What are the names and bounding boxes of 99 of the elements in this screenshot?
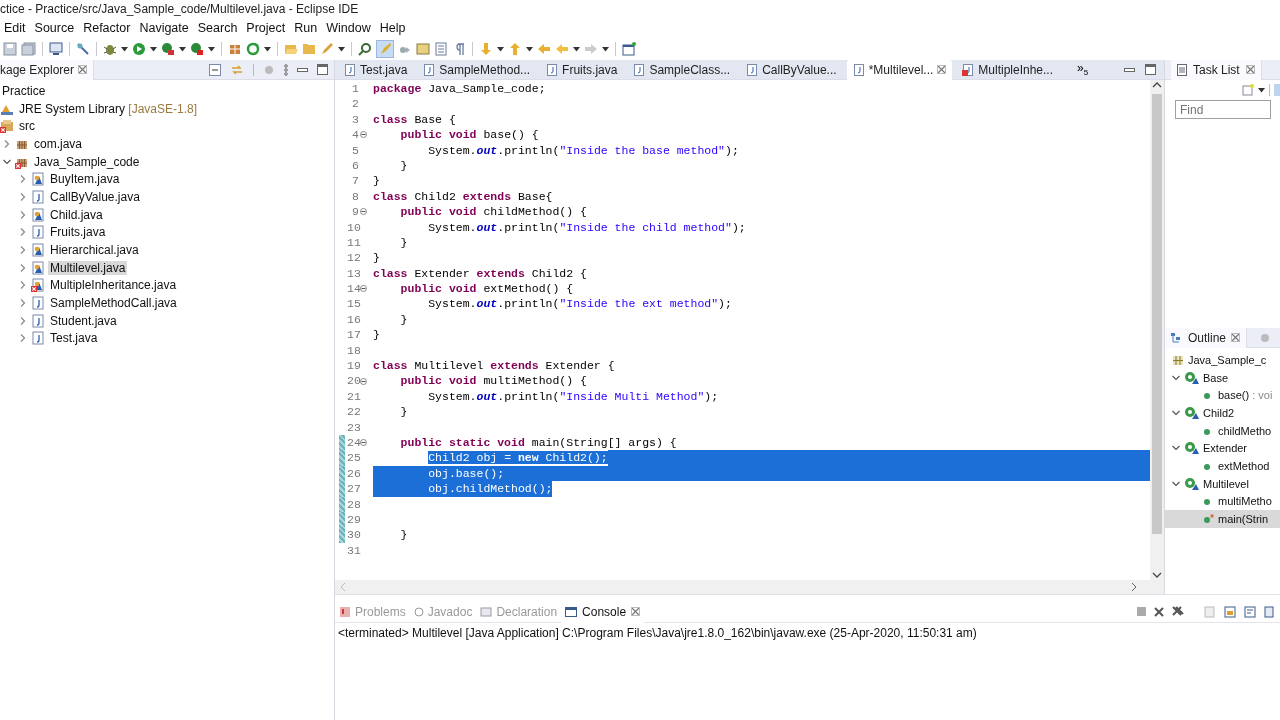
line-number: 9	[351, 204, 359, 220]
line-number: 10	[347, 219, 359, 235]
console-output: <terminated> Multilevel [Java Application] C:\Program Files\Java\jre1.8.0_162\bin\javaw.exe (25-Apr-2020, 11:50:31 am)	[337, 625, 978, 642]
code-line: obj.base();	[373, 465, 505, 482]
line-number: 1	[351, 81, 359, 97]
line-number: 7	[351, 173, 359, 189]
menu-item[interactable]: Source	[30, 21, 80, 35]
tree-item[interactable]: Java_Sample_code	[32, 154, 142, 169]
line-number: 19	[347, 358, 359, 374]
code-line: System.out.println("Inside Multi Method");	[427, 388, 719, 405]
line-number: 4	[351, 127, 359, 143]
tree-item[interactable]: Fruits.java	[48, 225, 108, 240]
window-title: ctice - Practice/src/Java_Sample_code/Multilevel.java - Eclipse IDE	[0, 2, 359, 16]
tree-item[interactable]: Practice	[0, 83, 48, 98]
editor-tab[interactable]: *Multilevel...	[846, 60, 953, 80]
code-line: System.out.println("Inside the base method");	[427, 142, 739, 158]
menu-item[interactable]: Run	[290, 21, 323, 35]
line-number: 31	[347, 542, 359, 559]
outline-item[interactable]: Extender	[1203, 442, 1248, 455]
line-number: 27	[347, 481, 359, 497]
editor-tab[interactable]: CallByValue...	[740, 60, 843, 80]
menu-item[interactable]: Window	[322, 21, 376, 35]
outline-item[interactable]: extMethod	[1218, 459, 1270, 472]
line-number: 11	[347, 234, 359, 251]
code-line: class Extender extends Child2 {	[373, 265, 587, 282]
tree-item[interactable]: Test.java	[48, 331, 100, 346]
menu-item[interactable]: Help	[375, 21, 411, 35]
tree-item[interactable]: Student.java	[48, 313, 119, 328]
line-number: 25	[347, 450, 359, 466]
code-line: System.out.println("Inside the ext method");	[427, 296, 732, 312]
line-number: 30	[347, 527, 359, 543]
menu-item[interactable]: Refactor	[79, 21, 136, 35]
editor-tab[interactable]: Fruits.java	[540, 60, 624, 80]
line-number: 21	[347, 388, 359, 405]
line-number: 3	[351, 111, 359, 128]
code-line: class Base {	[373, 111, 456, 128]
code-line: public void extMethod() {	[399, 281, 574, 297]
tree-item[interactable]: MultipleInheritance.java	[48, 278, 179, 293]
line-number: 24	[347, 435, 359, 451]
more-tabs-button[interactable]: »$_{5}$	[1077, 61, 1089, 78]
line-number: 5	[351, 142, 359, 158]
code-line: class Child2 extends Base{	[373, 188, 553, 205]
line-number: 28	[347, 496, 359, 512]
code-line: }	[399, 404, 408, 420]
code-line: }	[373, 327, 380, 343]
outline-item[interactable]: base() : voi	[1218, 389, 1273, 402]
tree-item[interactable]: CallByValue.java	[48, 189, 142, 204]
find-field[interactable]: Find	[1175, 100, 1271, 119]
line-number: 22	[347, 404, 359, 420]
tree-item[interactable]: src	[17, 119, 37, 134]
line-number: 8	[351, 188, 359, 205]
line-number: 15	[347, 296, 359, 312]
tree-item[interactable]: SampleMethodCall.java	[48, 296, 179, 311]
line-number: 23	[347, 419, 359, 435]
code-line: }	[399, 157, 408, 174]
outline-item[interactable]: Child2	[1203, 406, 1235, 419]
code-line: public static void main(String[] args) {	[399, 435, 677, 451]
outline-item[interactable]: Java_Sample_c	[1188, 353, 1267, 366]
code-line: }	[399, 527, 408, 543]
line-number: 6	[351, 157, 359, 174]
code-line: }	[399, 234, 408, 251]
tree-item[interactable]: Child.java	[48, 207, 105, 222]
code-line: public void multiMethod() {	[399, 373, 587, 389]
code-line: }	[399, 311, 408, 328]
line-number: 12	[347, 250, 359, 266]
menu-item[interactable]: Project	[242, 21, 291, 35]
line-number: 14	[347, 281, 359, 297]
code-line: obj.childMethod();	[373, 481, 553, 497]
line-number: 17	[347, 327, 359, 343]
tree-item[interactable]: Multilevel.java	[48, 260, 128, 275]
line-number: 2	[351, 96, 359, 112]
tree-item[interactable]: JRE System Library [JavaSE-1.8]	[17, 101, 200, 116]
editor-tab[interactable]: SampleMethod...	[417, 60, 537, 80]
code-line: package Java_Sample_code;	[373, 81, 546, 97]
tree-item[interactable]: com.java	[32, 136, 85, 151]
line-number: 26	[347, 465, 359, 482]
code-line: System.out.println("Inside the child method");	[427, 219, 746, 235]
tree-item[interactable]: Hierarchical.java	[48, 243, 141, 258]
line-number: 16	[347, 311, 359, 328]
outline-item[interactable]: Base	[1203, 371, 1229, 384]
code-line: }	[373, 173, 380, 189]
code-line: public void childMethod() {	[399, 204, 587, 220]
outline-item[interactable]: childMetho	[1218, 424, 1272, 437]
menu-item[interactable]: Navigate	[135, 21, 194, 35]
line-number: 18	[347, 342, 359, 359]
menu-item[interactable]: Edit	[0, 21, 31, 35]
code-line: class Multilevel extends Extender {	[373, 358, 615, 374]
line-number: 29	[347, 511, 359, 528]
tree-item[interactable]: BuyItem.java	[48, 172, 122, 187]
editor-tab[interactable]: MultipleInhe...	[956, 60, 1060, 80]
outline-item[interactable]: multiMetho	[1218, 495, 1272, 508]
editor-tab[interactable]: Test.java	[338, 60, 414, 80]
line-number: 20	[347, 373, 359, 389]
outline-item[interactable]: Multilevel	[1203, 477, 1249, 490]
code-line: }	[373, 250, 380, 266]
editor-tab[interactable]: SampleClass...	[627, 60, 737, 80]
line-number: 13	[347, 265, 359, 282]
code-line: public void base() {	[399, 127, 539, 143]
menu-item[interactable]: Search	[193, 21, 243, 35]
